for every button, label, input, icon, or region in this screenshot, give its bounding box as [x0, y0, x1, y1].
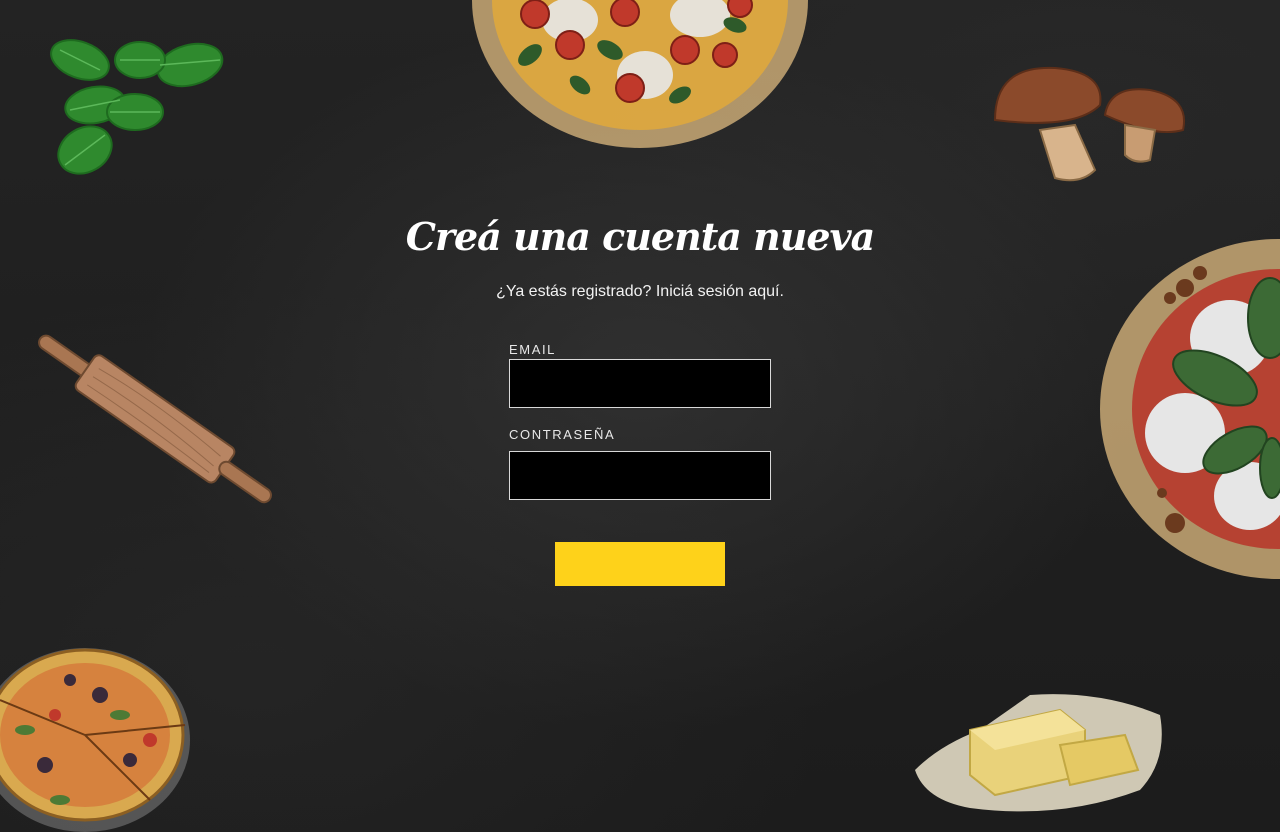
login-link[interactable]: ¿Ya estás registrado? Iniciá sesión aquí… [496, 283, 784, 300]
password-field[interactable] [509, 451, 771, 500]
signup-form: Creá una cuenta nueva ¿Ya estás registra… [0, 0, 1280, 832]
email-label: EMAIL [509, 342, 557, 357]
password-label: CONTRASEÑA [509, 427, 616, 442]
email-field[interactable] [509, 359, 771, 408]
login-prompt: ¿Ya estás registrado? Iniciá sesión aquí… [0, 283, 1280, 301]
submit-button[interactable] [555, 542, 725, 586]
page-title: Creá una cuenta nueva [405, 214, 876, 259]
